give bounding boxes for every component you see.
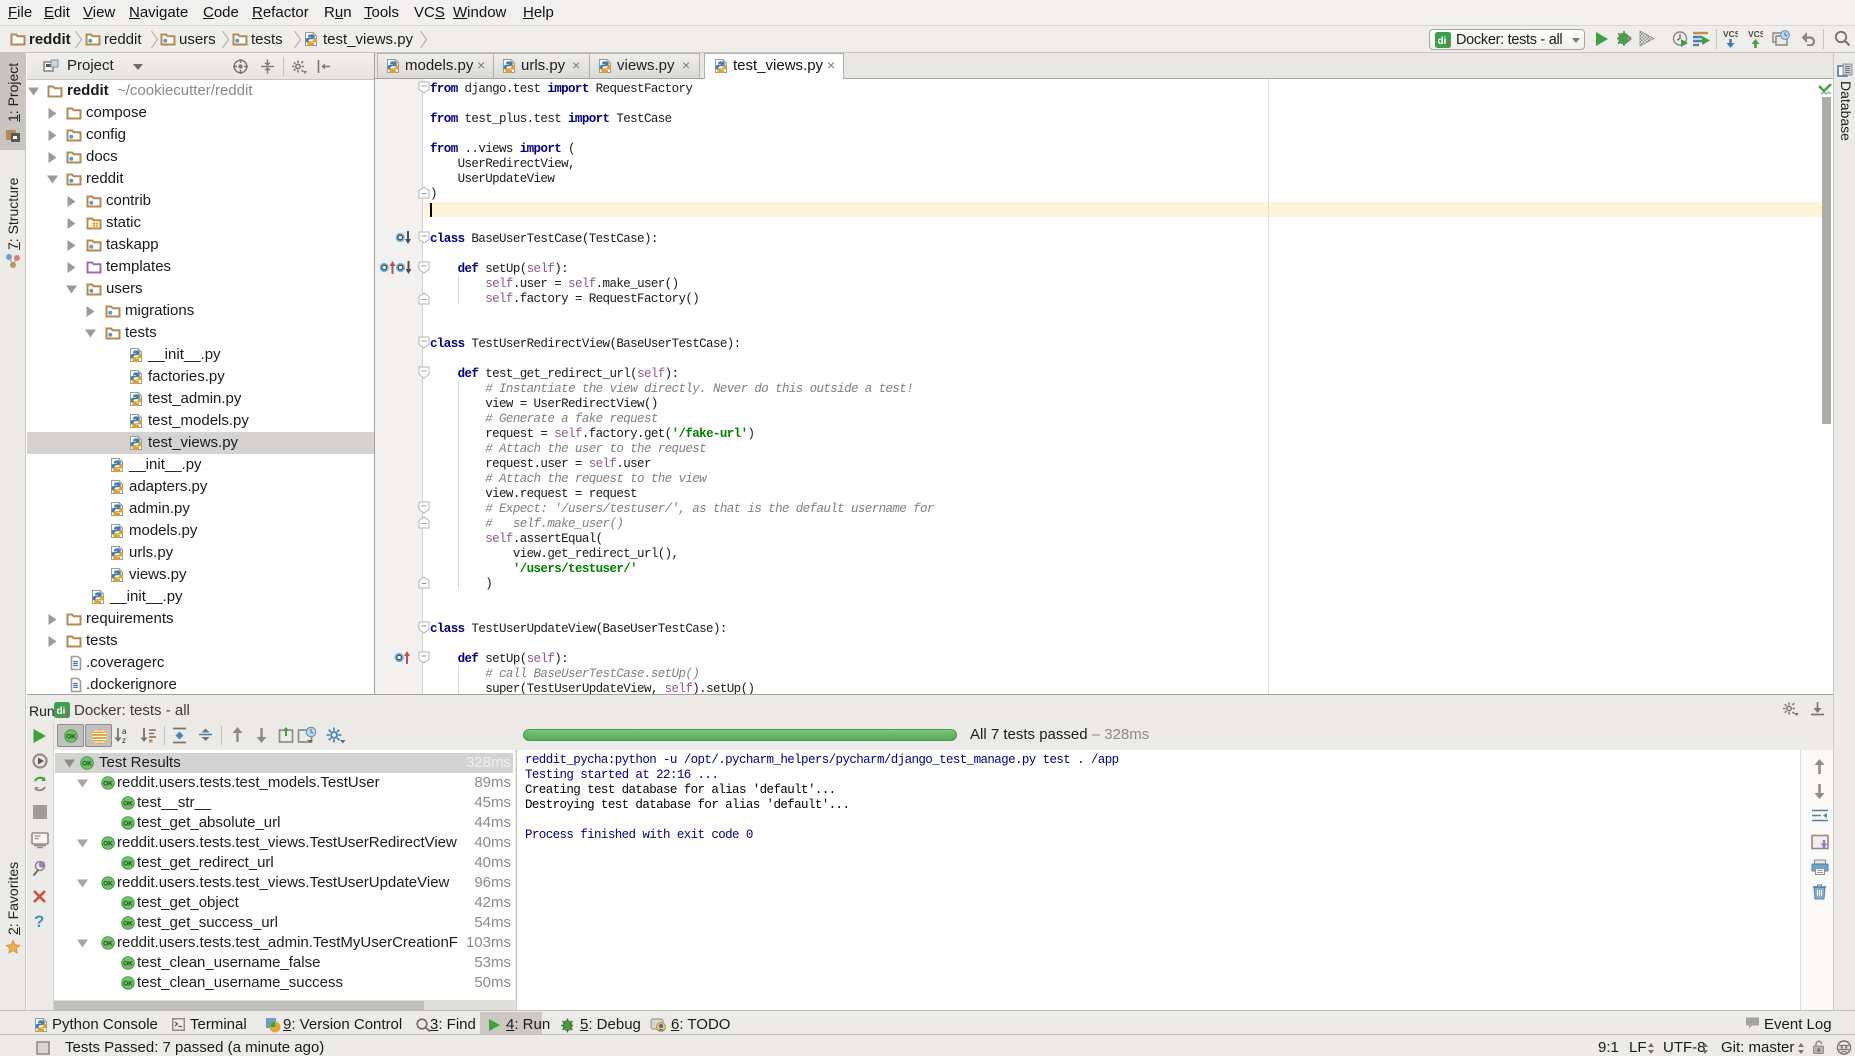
svg-text:VCS: VCS	[1748, 29, 1763, 39]
svg-text:di: di	[1438, 36, 1447, 47]
svg-text:z: z	[122, 736, 126, 744]
svg-text:di: di	[57, 706, 66, 717]
svg-text:a: a	[122, 727, 127, 736]
svg-text:VCS: VCS	[1723, 29, 1738, 39]
